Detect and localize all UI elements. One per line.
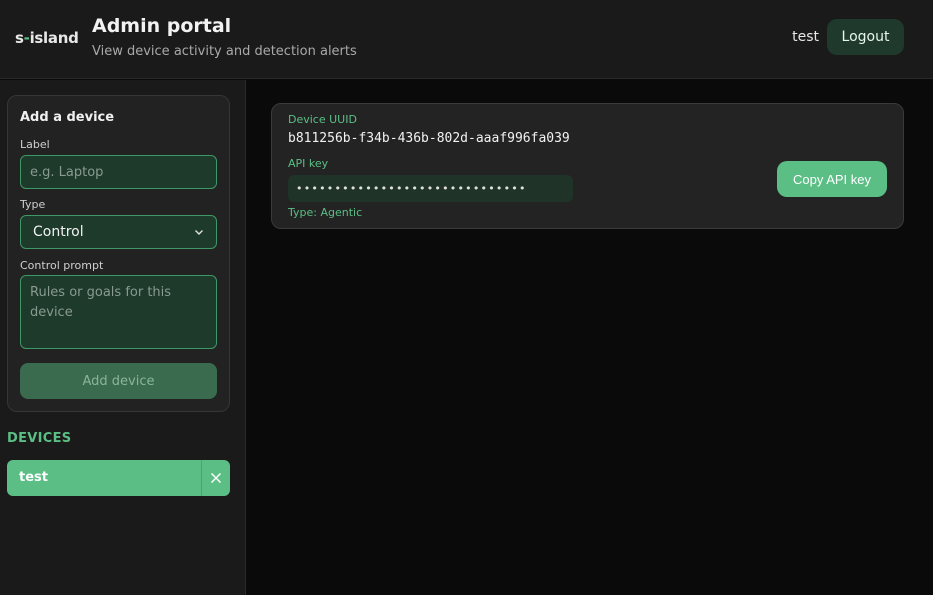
device-detail-card: Device UUID b811256b-f34b-436b-802d-aaaf… [271,103,904,229]
type-select-value: Control [33,224,84,240]
label-input[interactable]: e.g. Laptop [20,155,217,189]
page-title: Admin portal [92,15,232,37]
chevron-down-icon [195,230,203,235]
add-device-title: Add a device [20,110,115,125]
uuid-label: Device UUID [288,113,357,126]
api-key-masked: •••••••••••••••••••••••••••••• [296,182,527,195]
control-prompt-textarea[interactable]: Rules or goals for this device [20,275,217,349]
device-list-item[interactable]: test [7,460,230,496]
control-prompt-placeholder: Rules or goals for this device [30,285,172,320]
page-subtitle: View device activity and detection alert… [92,44,357,59]
device-uuid: b811256b-f34b-436b-802d-aaaf996fa039 [288,131,570,146]
label-input-placeholder: e.g. Laptop [30,164,104,180]
logo-suffix: island [29,29,79,47]
devices-heading: DEVICES [7,431,72,446]
type-field-label: Type [20,198,46,211]
current-username: test [792,29,819,45]
device-name: test [19,470,48,485]
device-type: Type: Agentic [288,206,363,219]
logo-prefix: s [15,29,24,47]
label-field-label: Label [20,138,50,151]
remove-device-button[interactable] [201,460,230,496]
type-select[interactable]: Control [20,215,217,249]
api-key-field: •••••••••••••••••••••••••••••• [288,175,573,202]
logout-button[interactable]: Logout [827,19,904,55]
add-device-form: Add a device Label e.g. Laptop Type Cont… [7,95,230,412]
api-key-label: API key [288,157,329,170]
prompt-field-label: Control prompt [20,259,104,272]
app-header: s-island Admin portal View device activi… [0,0,933,79]
copy-api-key-button[interactable]: Copy API key [777,161,887,197]
logo: s-island [15,29,79,47]
add-device-button[interactable]: Add device [20,363,217,399]
sidebar: Add a device Label e.g. Laptop Type Cont… [0,80,246,595]
close-icon [210,472,222,484]
